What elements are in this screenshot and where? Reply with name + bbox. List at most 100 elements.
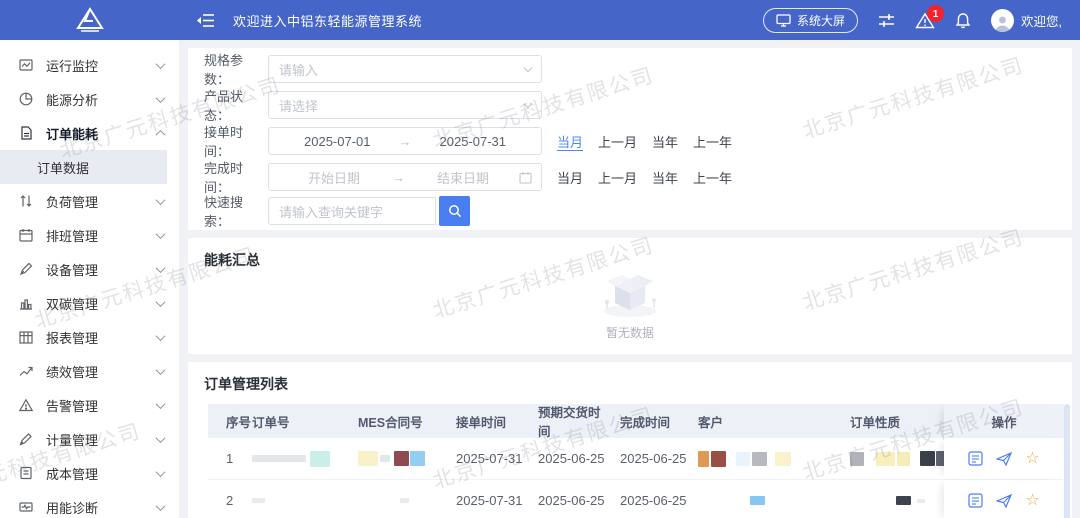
order-list-card: 订单管理列表 序号 订单号 MES合同号 接单时间 预期交货时间 完成时间 客户… <box>188 362 1072 518</box>
cell-seq: 2 <box>226 493 234 508</box>
settings-sliders-icon[interactable] <box>878 13 895 28</box>
chevron-down-icon <box>155 466 166 477</box>
company-logo[interactable] <box>0 0 180 40</box>
diagnosis-pulse-icon <box>19 502 33 512</box>
notification-bell-icon[interactable] <box>955 12 971 29</box>
sidebar-item-label: 负荷管理 <box>46 194 99 210</box>
sidebar-item-device-mgmt[interactable]: 设备管理 <box>0 252 179 286</box>
finish-time-label: 完成时间： <box>204 161 244 195</box>
search-button[interactable] <box>439 196 470 226</box>
sidebar-item-performance-mgmt[interactable]: 绩效管理 <box>0 354 179 388</box>
app-header: 欢迎进入中铝东轻能源管理系统 系统大屏 1 欢迎您, <box>0 0 1080 40</box>
sidebar-item-energy-analysis[interactable]: 能源分析 <box>0 82 179 116</box>
trend-line-icon <box>19 366 33 376</box>
sidebar-item-label: 双碳管理 <box>46 296 99 312</box>
sidebar-item-label: 能源分析 <box>46 92 99 108</box>
alarm-warning-icon[interactable]: 1 <box>915 4 945 29</box>
big-screen-button[interactable]: 系统大屏 <box>763 7 859 33</box>
product-status-select[interactable]: 请选择 <box>268 91 542 119</box>
chevron-down-icon <box>523 99 533 108</box>
search-placeholder: 请输入查询关键字 <box>279 204 384 220</box>
chevron-down-icon <box>155 364 166 375</box>
receive-quick-links: 当月 上一月 当年 上一年 <box>557 132 732 151</box>
receive-date-range-picker[interactable]: 2025-07-01 → 2025-07-31 <box>268 127 542 155</box>
sidebar-item-order-energy[interactable]: 订单能耗 <box>0 116 179 150</box>
favorite-star-icon[interactable]: ☆ <box>1025 492 1039 509</box>
col-header-seq: 序号 <box>226 415 252 430</box>
table-row[interactable]: 2 2025-07-31 2025-06-25 2025-06-25 ☆ <box>208 480 1064 518</box>
avatar <box>991 8 1015 32</box>
sidebar-collapse-icon[interactable] <box>196 13 215 28</box>
search-input[interactable]: 请输入查询关键字 <box>268 197 436 225</box>
quick-link-last-year[interactable]: 上一年 <box>693 168 732 187</box>
sidebar-item-label: 成本管理 <box>46 466 99 482</box>
bar-chart-icon <box>20 299 32 310</box>
product-status-placeholder: 请选择 <box>279 98 319 114</box>
quick-link-current-month[interactable]: 当月 <box>557 168 583 187</box>
sidebar-item-label: 计量管理 <box>46 432 99 448</box>
order-table: 序号 订单号 MES合同号 接单时间 预期交货时间 完成时间 客户 订单性质 操… <box>208 404 1070 518</box>
table-row[interactable]: 1 2025-07-31 2025-06-25 2025-06-25 ☆ <box>208 438 1064 480</box>
sidebar-item-dual-carbon[interactable]: 双碳管理 <box>0 286 179 320</box>
screen-icon <box>776 13 791 27</box>
cell-finish-time: 2025-06-25 <box>620 493 687 508</box>
cell-seq: 1 <box>226 451 234 466</box>
metering-pen-icon <box>19 433 32 446</box>
finish-end-date[interactable]: 结束日期 <box>407 168 519 187</box>
chevron-down-icon <box>155 398 166 409</box>
finish-quick-links: 当月 上一月 当年 上一年 <box>557 168 732 187</box>
sidebar-nav: 运行监控 能源分析 订单能耗 订单数据 负荷管理 排班管理 设备管理 双碳管理 … <box>0 40 180 518</box>
quick-link-last-month[interactable]: 上一月 <box>598 168 637 187</box>
receive-end-date[interactable]: 2025-07-31 <box>414 134 533 149</box>
quick-link-current-year[interactable]: 当年 <box>652 168 678 187</box>
dispatch-button[interactable] <box>996 493 1013 508</box>
sidebar-item-label: 报表管理 <box>46 330 99 346</box>
favorite-star-icon[interactable]: ☆ <box>1025 450 1039 467</box>
quick-link-current-year[interactable]: 当年 <box>652 132 678 151</box>
quick-link-current-month[interactable]: 当月 <box>557 132 583 151</box>
cell-finish-time: 2025-06-25 <box>620 451 687 466</box>
table-vertical-scrollbar[interactable] <box>1064 404 1070 518</box>
chevron-down-icon <box>155 92 166 103</box>
user-menu[interactable]: 欢迎您, <box>991 8 1062 32</box>
detail-button[interactable] <box>968 451 983 466</box>
col-header-receive-time: 接单时间 <box>456 415 507 430</box>
spec-param-placeholder: 请输入 <box>279 62 319 78</box>
sidebar-item-load-mgmt[interactable]: 负荷管理 <box>0 184 179 218</box>
detail-button[interactable] <box>968 493 983 508</box>
empty-box-icon <box>604 275 656 317</box>
finish-start-date[interactable]: 开始日期 <box>278 168 390 187</box>
quick-link-last-month[interactable]: 上一月 <box>598 132 637 151</box>
cell-order-no-redacted <box>252 498 358 503</box>
chevron-down-icon <box>155 296 166 307</box>
table-header-row: 序号 订单号 MES合同号 接单时间 预期交货时间 完成时间 客户 订单性质 操… <box>208 404 1064 439</box>
sidebar-item-shift-mgmt[interactable]: 排班管理 <box>0 218 179 252</box>
product-status-label: 产品状态： <box>204 89 244 123</box>
spec-param-select[interactable]: 请输入 <box>268 55 542 83</box>
sidebar-item-cost-mgmt[interactable]: 成本管理 <box>0 456 179 490</box>
dispatch-button[interactable] <box>996 451 1013 466</box>
sidebar-item-label: 运行监控 <box>46 58 99 74</box>
sidebar-item-run-monitor[interactable]: 运行监控 <box>0 48 179 82</box>
sidebar-item-energy-diagnosis[interactable]: 用能诊断 <box>0 490 179 518</box>
sidebar-item-metering-mgmt[interactable]: 计量管理 <box>0 422 179 456</box>
summary-section-title: 能耗汇总 <box>204 252 260 268</box>
col-header-mes-no: MES合同号 <box>358 415 423 430</box>
sidebar-item-report-mgmt[interactable]: 报表管理 <box>0 320 179 354</box>
col-header-expected-delivery: 预期交货时间 <box>538 406 601 439</box>
calendar-icon <box>519 171 532 184</box>
sidebar-subitem-order-data[interactable]: 订单数据 <box>0 150 167 184</box>
sort-arrows-icon <box>20 195 32 207</box>
sidebar-item-alarm-mgmt[interactable]: 告警管理 <box>0 388 179 422</box>
cell-customer-redacted <box>690 450 840 467</box>
sidebar-item-label: 绩效管理 <box>46 364 99 380</box>
cell-expected-delivery: 2025-06-25 <box>538 451 605 466</box>
finish-date-range-picker[interactable]: 开始日期 → 结束日期 <box>268 163 542 191</box>
quick-link-last-year[interactable]: 上一年 <box>693 132 732 151</box>
receive-start-date[interactable]: 2025-07-01 <box>278 134 397 149</box>
col-header-action: 操作 <box>944 404 1064 438</box>
sidebar-subitem-label: 订单数据 <box>37 160 90 176</box>
cell-order-no-redacted <box>252 450 358 467</box>
chevron-down-icon <box>523 63 533 72</box>
pen-tool-icon <box>19 262 33 276</box>
